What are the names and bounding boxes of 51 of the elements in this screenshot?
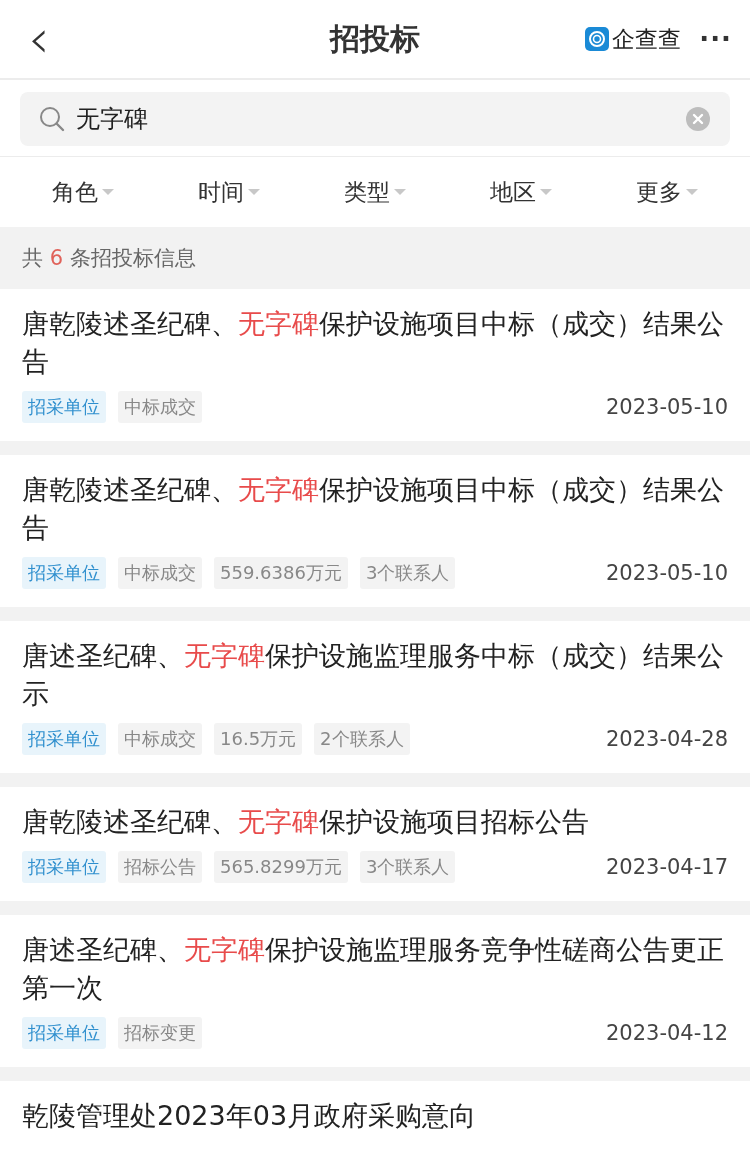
result-card[interactable]: 唐述圣纪碑、无字碑保护设施监理服务竞争性磋商公告更正第一次 招采单位 招标变更 2023-04-12 bbox=[0, 915, 750, 1067]
filter-dropdown[interactable]: 时间 bbox=[198, 176, 260, 208]
filter-dropdown[interactable]: 地区 bbox=[490, 176, 552, 208]
result-title: 唐述圣纪碑、无字碑保护设施监理服务竞争性磋商公告更正第一次 bbox=[22, 933, 724, 1005]
result-title: 唐乾陵述圣纪碑、无字碑保护设施项目中标（成交）结果公告 bbox=[22, 473, 724, 545]
tag: 招标变更 bbox=[118, 1017, 202, 1049]
tag: 招采单位 bbox=[22, 391, 106, 423]
page-title: 招投标 bbox=[330, 19, 420, 58]
tag: 565.8299万元 bbox=[214, 851, 348, 883]
result-card[interactable]: 唐乾陵述圣纪碑、无字碑保护设施项目中标（成交）结果公告 招采单位 中标成交 2023-05-10 bbox=[0, 289, 750, 441]
result-card[interactable]: 唐述圣纪碑、无字碑保护设施监理服务中标（成交）结果公示 招采单位 中标成交 16.5万元 2个联系人 2023-04-28 bbox=[0, 621, 750, 773]
result-card[interactable]: 唐乾陵述圣纪碑、无字碑保护设施项目中标（成交）结果公告 招采单位 中标成交 559.6386万元 3个联系人 2023-05-10 bbox=[0, 455, 750, 607]
tag: 16.5万元 bbox=[214, 723, 303, 755]
tag: 中标成交 bbox=[118, 391, 202, 423]
tag: 2个联系人 bbox=[314, 723, 410, 755]
result-date: 2023-05-10 bbox=[605, 395, 728, 419]
tag: 招标公告 bbox=[118, 851, 202, 883]
tag: 中标成交 bbox=[118, 557, 202, 589]
tag: 招采单位 bbox=[22, 723, 106, 755]
filter-dropdown[interactable]: 类型 bbox=[344, 176, 406, 208]
tag: 中标成交 bbox=[118, 723, 202, 755]
result-title: 唐乾陵述圣纪碑、无字碑保护设施项目中标（成交）结果公告 bbox=[22, 307, 724, 379]
search-icon bbox=[38, 105, 66, 133]
tag: 招采单位 bbox=[22, 557, 106, 589]
more-button[interactable]: ··· bbox=[699, 24, 732, 54]
tag: 招采单位 bbox=[22, 1017, 106, 1049]
caret-icon bbox=[394, 189, 406, 195]
result-card[interactable]: 唐乾陵述圣纪碑、无字碑保护设施项目招标公告 招采单位 招标公告 565.8299万元 3个联系人 2023-04-17 bbox=[0, 787, 750, 901]
back-button[interactable]: ‹ bbox=[28, 9, 50, 69]
result-date: 2023-05-10 bbox=[605, 561, 728, 585]
result-card[interactable]: 乾陵管理处2023年03月政府采购意向 bbox=[0, 1081, 750, 1151]
logo-icon bbox=[585, 27, 610, 51]
tag: 3个联系人 bbox=[359, 851, 456, 883]
tag: 3个联系人 bbox=[359, 557, 456, 589]
tag: 559.6386万元 bbox=[214, 557, 348, 589]
result-date: 2023-04-17 bbox=[605, 855, 728, 879]
caret-icon bbox=[248, 189, 260, 195]
tag: 招采单位 bbox=[22, 851, 106, 883]
result-title: 唐乾陵述圣纪碑、无字碑保护设施项目招标公告 bbox=[22, 805, 590, 839]
result-title: 乾陵管理处2023年03月政府采购意向 bbox=[22, 1099, 478, 1133]
search-field[interactable]: 无字碑 bbox=[20, 92, 730, 146]
caret-icon bbox=[102, 189, 114, 195]
brand-name: 企查查 bbox=[612, 24, 682, 54]
caret-icon bbox=[686, 189, 698, 195]
clear-icon[interactable] bbox=[686, 107, 710, 131]
filter-dropdown[interactable]: 更多 bbox=[636, 176, 698, 208]
result-date: 2023-04-12 bbox=[605, 1021, 728, 1045]
filter-dropdown[interactable]: 角色 bbox=[52, 176, 114, 208]
result-date: 2023-04-28 bbox=[605, 727, 728, 751]
caret-icon bbox=[540, 189, 552, 195]
result-title: 唐述圣纪碑、无字碑保护设施监理服务中标（成交）结果公示 bbox=[22, 639, 724, 711]
